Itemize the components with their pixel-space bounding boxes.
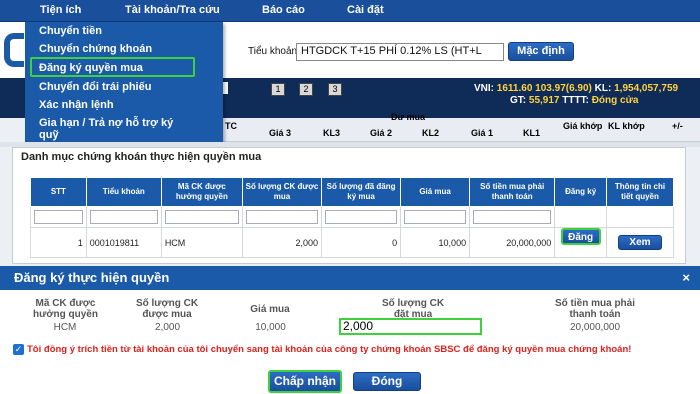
col-kl2: KL2 bbox=[422, 128, 440, 138]
view-button[interactable]: Xem bbox=[617, 235, 662, 250]
top-menu-bar: Tiện ích Tài khoản/Tra cứu Báo cáo Cài đ… bbox=[0, 0, 700, 22]
th-qty: Số lượng CK được mua bbox=[241, 177, 323, 207]
col-gia1: Giá 1 bbox=[471, 128, 494, 138]
col-gia-khop: Giá khớp bbox=[563, 121, 603, 131]
rights-table-header: STT Tiểu khoản Mã CK được hưởng quyền Số… bbox=[30, 177, 675, 207]
col-gia2: Giá 2 bbox=[370, 128, 393, 138]
account-select[interactable]: HTGDCK T+15 PHÍ 0.12% LS (HT+L bbox=[296, 43, 504, 61]
order-qty-input[interactable]: 2,000 bbox=[339, 318, 482, 335]
menu-tai-khoan[interactable]: Tài khoản/Tra cứu bbox=[125, 4, 220, 16]
col-kl-khop: KL khớp bbox=[608, 121, 645, 131]
filter-qty[interactable] bbox=[245, 210, 319, 224]
confirm-button[interactable]: Chấp nhận bbox=[268, 370, 342, 393]
menu-gia-han[interactable]: Gia hạn / Trả nợ hỗ trợ ký bbox=[39, 117, 173, 129]
rights-panel-title: Danh mục chứng khoán thực hiện quyền mua bbox=[21, 151, 262, 163]
filter-amount[interactable] bbox=[473, 210, 552, 224]
account-label: Tiểu khoản bbox=[248, 46, 298, 57]
col-plus-minus: +/- bbox=[672, 121, 683, 131]
menu-gia-han-cont[interactable]: quỹ bbox=[39, 129, 59, 141]
filter-account[interactable] bbox=[89, 210, 158, 224]
menu-bao-cao[interactable]: Báo cáo bbox=[262, 4, 305, 16]
col-kl3: KL3 bbox=[323, 128, 341, 138]
close-icon[interactable]: × bbox=[682, 270, 690, 285]
value-price: 10,000 bbox=[255, 322, 286, 333]
menu-chuyen-tien[interactable]: Chuyển tiền bbox=[39, 25, 102, 37]
filter-price[interactable] bbox=[404, 210, 467, 224]
filter-stt[interactable] bbox=[34, 210, 83, 224]
rights-panel: Danh mục chứng khoán thực hiện quyền mua… bbox=[12, 147, 686, 264]
cell-price: 10,000 bbox=[400, 227, 471, 258]
label-amount: Số tiền mua phải thanh toán bbox=[554, 298, 635, 320]
th-code: Mã CK được hưởng quyền bbox=[160, 177, 243, 207]
page-1-button[interactable]: 1 bbox=[271, 83, 285, 96]
rights-table: STT Tiểu khoản Mã CK được hưởng quyền Số… bbox=[30, 177, 675, 258]
col-kl1: KL1 bbox=[523, 128, 541, 138]
menu-dang-ky-quyen-mua[interactable]: Đăng ký quyền mua bbox=[39, 62, 143, 74]
agree-text: Tôi đồng ý trích tiền từ tài khoản của t… bbox=[27, 344, 632, 355]
register-button[interactable]: Đăng ký bbox=[560, 228, 601, 258]
page-2-button[interactable]: 2 bbox=[299, 83, 313, 96]
menu-cai-dat[interactable]: Cài đặt bbox=[347, 4, 384, 16]
value-qty: 2,000 bbox=[154, 322, 181, 333]
th-amount: Số tiền mua phải thanh toán bbox=[469, 177, 556, 207]
default-button[interactable]: Mặc định bbox=[508, 42, 574, 61]
register-modal: Đăng ký thực hiện quyền × Mã CK được hưở… bbox=[0, 266, 700, 394]
th-price: Giá mua bbox=[400, 177, 471, 207]
th-stt: STT bbox=[30, 177, 87, 207]
value-amount: 20,000,000 bbox=[569, 322, 621, 333]
modal-header: Đăng ký thực hiện quyền × bbox=[0, 266, 700, 290]
cell-registered: 0 bbox=[321, 227, 402, 258]
table-row: 1 0001019811 HCM 2,000 0 10,000 20,000,0… bbox=[30, 227, 675, 258]
filter-code[interactable] bbox=[164, 210, 239, 224]
col-gia3: Giá 3 bbox=[269, 128, 292, 138]
cell-qty: 2,000 bbox=[241, 227, 323, 258]
th-registered: Số lượng đã đăng ký mua bbox=[321, 177, 402, 207]
col-tc: TC bbox=[225, 121, 237, 131]
th-register: Đăng ký bbox=[554, 177, 607, 207]
cell-code: HCM bbox=[160, 227, 243, 258]
vni-index: VNI: 1611.60 103.97(6.90) KL: 1,954,057,… bbox=[474, 83, 679, 94]
value-code: HCM bbox=[53, 322, 77, 333]
brand-logo bbox=[4, 33, 24, 67]
modal-title: Đăng ký thực hiện quyền bbox=[14, 270, 170, 285]
filter-registered[interactable] bbox=[325, 210, 398, 224]
menu-tien-ich[interactable]: Tiện ích bbox=[40, 4, 81, 16]
label-price: Giá mua bbox=[250, 304, 290, 315]
th-account: Tiểu khoản bbox=[85, 177, 162, 207]
filter-row bbox=[30, 206, 675, 228]
menu-chuyen-chung-khoan[interactable]: Chuyển chứng khoán bbox=[39, 43, 152, 55]
cell-amount: 20,000,000 bbox=[469, 227, 556, 258]
page-3-button[interactable]: 3 bbox=[328, 83, 342, 96]
menu-chuyen-doi-trai-phieu[interactable]: Chuyển đổi trái phiếu bbox=[39, 81, 151, 93]
cell-account: 0001019811 bbox=[85, 227, 162, 258]
menu-xac-nhan-lenh[interactable]: Xác nhận lệnh bbox=[39, 99, 114, 111]
market-value: GT: 55,917 TTTT: Đóng cửa bbox=[510, 95, 639, 106]
close-button[interactable]: Đóng bbox=[353, 372, 421, 391]
price-board-header: TC Dư mua Giá 3 KL3 Giá 2 KL2 Giá 1 KL1 … bbox=[220, 112, 700, 142]
col-du-mua: Dư mua bbox=[391, 112, 426, 122]
tien-ich-dropdown: Chuyển tiền Chuyển chứng khoán Đăng ký q… bbox=[25, 22, 223, 142]
th-detail: Thông tin chi tiết quyền bbox=[605, 177, 675, 207]
cell-stt: 1 bbox=[30, 227, 87, 258]
label-qty: Số lượng CK được mua bbox=[135, 298, 199, 320]
label-order-qty: Số lượng CK đặt mua bbox=[381, 298, 445, 320]
agree-checkbox[interactable]: ✓ bbox=[13, 344, 24, 355]
label-code: Mã CK được hưởng quyền bbox=[33, 298, 98, 320]
